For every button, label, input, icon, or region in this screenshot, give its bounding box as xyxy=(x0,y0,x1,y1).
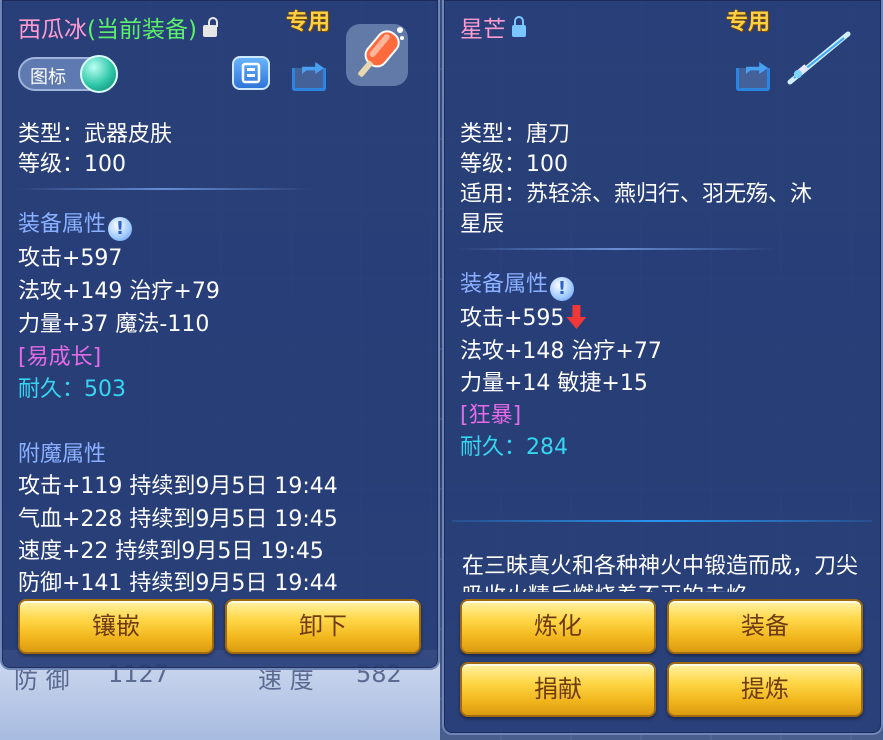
durability: 耐久：284 xyxy=(460,435,569,460)
item-description: 在三昧真火和各种神火中锻造而成，刀尖吸收火精后燃烧着不灭的赤焰 xyxy=(462,554,859,592)
durability: 耐久：503 xyxy=(18,377,127,402)
item-title: 西瓜冰(当前装备) xyxy=(18,10,218,44)
applicable-characters-cont: 星辰 xyxy=(460,212,505,237)
lock-closed-icon[interactable] xyxy=(512,15,526,37)
item-name: 西瓜冰 xyxy=(18,17,87,43)
item-title: 星芒 xyxy=(460,10,526,44)
item-type: 类型：武器皮肤 xyxy=(18,122,173,147)
equipped-status: (当前装备) xyxy=(87,17,197,43)
down-arrow-icon xyxy=(566,305,587,329)
toggle-knob xyxy=(80,55,118,93)
inlay-button[interactable]: 镶嵌 xyxy=(18,599,214,654)
copy-icon[interactable] xyxy=(232,56,270,90)
divider xyxy=(452,520,872,522)
applicable-characters: 适用：苏轻涂、燕归行、羽无殇、沐 xyxy=(460,182,813,207)
attr-magic-heal: 法攻+149 治疗+79 xyxy=(18,279,220,304)
attr-magic-heal: 法攻+148 治疗+77 xyxy=(460,339,662,364)
icon-toggle[interactable]: 图标 xyxy=(18,55,118,93)
icon-toggle-label: 图标 xyxy=(30,67,66,88)
share-icon[interactable] xyxy=(734,58,774,91)
trait-berserk: [狂暴] xyxy=(460,403,522,428)
attr-strength-magic: 力量+37 魔法-110 xyxy=(18,312,210,337)
refine-button[interactable]: 炼化 xyxy=(460,599,656,654)
exclusive-label: 专用 xyxy=(726,10,771,35)
current-equipment-panel: 西瓜冰(当前装备) 专用 图标 类型：武器皮肤 等级：100 装备属性! 攻击+… xyxy=(0,0,440,670)
enchant-attack: 攻击+119 持续到9月5日 19:44 xyxy=(18,474,338,499)
share-icon[interactable] xyxy=(290,58,330,91)
donate-button[interactable]: 捐献 xyxy=(460,662,656,717)
info-icon[interactable]: ! xyxy=(108,217,133,241)
item-level: 等级：100 xyxy=(460,152,568,177)
attr-strength-agility: 力量+14 敏捷+15 xyxy=(460,371,648,396)
info-icon[interactable]: ! xyxy=(550,277,575,301)
lock-open-icon[interactable] xyxy=(202,16,218,37)
unequip-button[interactable]: 卸下 xyxy=(225,599,421,654)
sword-item-icon xyxy=(784,28,854,88)
item-level: 等级：100 xyxy=(18,152,126,177)
item-type: 类型：唐刀 xyxy=(460,122,571,147)
divider xyxy=(456,248,776,250)
item-detail-panel: 星芒 专用 类型：唐刀 等级：100 适用：苏轻涂、燕归行、羽无殇、沐 星辰 装… xyxy=(442,0,883,735)
equipment-attributes-header: 装备属性! xyxy=(460,266,575,301)
enchant-speed: 速度+22 持续到9月5日 19:45 xyxy=(18,539,324,564)
exclusive-label: 专用 xyxy=(286,10,331,35)
trait-growth: [易成长] xyxy=(18,345,102,370)
item-name: 星芒 xyxy=(460,17,506,43)
attr-attack: 攻击+597 xyxy=(18,246,123,271)
enchant-hp: 气血+228 持续到9月5日 19:45 xyxy=(18,507,338,532)
popsicle-item-icon xyxy=(342,20,412,90)
equipment-attributes-header: 装备属性! xyxy=(18,206,133,241)
equip-button[interactable]: 装备 xyxy=(667,599,863,654)
enchant-attributes-header: 附魔属性 xyxy=(18,442,107,467)
enchant-defense: 防御+141 持续到9月5日 19:44 xyxy=(18,571,338,596)
extract-button[interactable]: 提炼 xyxy=(667,662,863,717)
divider xyxy=(14,188,314,190)
attr-attack: 攻击+595 xyxy=(460,300,587,332)
